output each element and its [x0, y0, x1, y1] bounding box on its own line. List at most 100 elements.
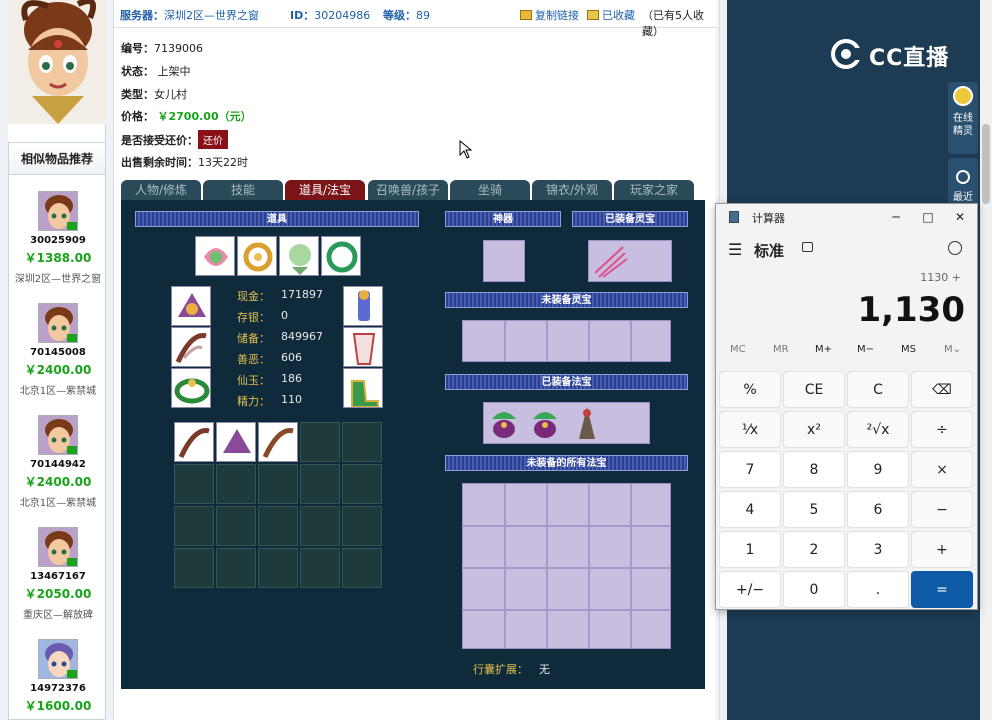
backpack-slot[interactable] [216, 422, 256, 462]
clear-button[interactable]: C [847, 371, 909, 408]
ms-button[interactable]: MS [901, 344, 916, 355]
backpack-slot[interactable] [300, 506, 340, 546]
equals-button[interactable]: = [911, 571, 973, 608]
backpack-slot[interactable] [174, 422, 214, 462]
list-item[interactable]: 13467167 ￥2050.00 重庆区—解放碑 [9, 527, 107, 621]
digit-2-button[interactable]: 2 [783, 531, 845, 568]
mc-button[interactable]: MC [730, 344, 746, 355]
backpack-slot[interactable] [258, 506, 298, 546]
item-thumbnail[interactable] [38, 415, 78, 455]
item-server: 北京1区—紫禁城 [19, 498, 97, 509]
backpack-slot[interactable] [300, 548, 340, 588]
mminus-button[interactable]: M− [857, 344, 874, 355]
item-thumbnail[interactable] [38, 639, 78, 679]
favorite-button[interactable]: 已收藏 [587, 7, 635, 23]
tab-mounts[interactable]: 坐骑 [450, 180, 530, 200]
backpack-slot[interactable] [258, 422, 298, 462]
close-icon[interactable]: ✕ [944, 204, 976, 230]
copy-link-button[interactable]: 复制链接 [520, 7, 579, 23]
maximize-icon[interactable]: □ [912, 204, 944, 230]
multiply-button[interactable]: × [911, 451, 973, 488]
bargain-button[interactable]: 还价 [198, 130, 228, 149]
ce-button[interactable]: CE [783, 371, 845, 408]
reciprocal-button[interactable]: ¹⁄x [719, 411, 781, 448]
item-thumbnail[interactable] [38, 527, 78, 567]
backpack-slot[interactable] [258, 464, 298, 504]
negate-button[interactable]: +/− [719, 571, 781, 608]
divide-button[interactable]: ÷ [911, 411, 973, 448]
backpack-slot[interactable] [174, 506, 214, 546]
shenqi-slot[interactable] [483, 240, 525, 282]
minus-button[interactable]: − [911, 491, 973, 528]
tab-outfits[interactable]: 锦衣/外观 [532, 180, 612, 200]
inventory-item-slot[interactable] [279, 236, 319, 276]
digit-4-button[interactable]: 4 [719, 491, 781, 528]
backpack-slot[interactable] [342, 464, 382, 504]
list-item[interactable]: 70144942 ￥2400.00 北京1区—紫禁城 [9, 415, 107, 509]
equipment-slot[interactable] [343, 286, 383, 326]
equipment-slot[interactable] [171, 368, 211, 408]
square-button[interactable]: x² [783, 411, 845, 448]
backpack-slot[interactable] [216, 506, 256, 546]
inventory-item-slot[interactable] [195, 236, 235, 276]
equipment-slot[interactable] [171, 327, 211, 367]
inventory-item-slot[interactable] [237, 236, 277, 276]
backspace-button[interactable]: ⌫ [911, 371, 973, 408]
online-sprite-button[interactable]: 在线精灵 [948, 82, 978, 154]
id-value: 30204986 [314, 9, 371, 22]
backpack-slot[interactable] [342, 506, 382, 546]
id-label: ID： [290, 9, 315, 22]
backpack-slot[interactable] [300, 422, 340, 462]
plus-button[interactable]: + [911, 531, 973, 568]
equipped-lingbao-slots[interactable] [588, 240, 672, 282]
mr-button[interactable]: MR [773, 344, 789, 355]
digit-7-button[interactable]: 7 [719, 451, 781, 488]
tab-home[interactable]: 玩家之家 [614, 180, 694, 200]
list-item[interactable]: 30025909 ￥1388.00 深圳2区—世界之窗 [9, 191, 107, 285]
backpack-slot[interactable] [174, 548, 214, 588]
backpack-slot[interactable] [174, 464, 214, 504]
backpack-slot[interactable] [300, 464, 340, 504]
backpack-slot[interactable] [258, 548, 298, 588]
digit-1-button[interactable]: 1 [719, 531, 781, 568]
digit-6-button[interactable]: 6 [847, 491, 909, 528]
digit-9-button[interactable]: 9 [847, 451, 909, 488]
backpack-slot[interactable] [342, 548, 382, 588]
item-thumbnail[interactable] [38, 191, 78, 231]
unequipped-fabao-grid[interactable] [462, 483, 671, 649]
digit-5-button[interactable]: 5 [783, 491, 845, 528]
item-thumbnail[interactable] [38, 303, 78, 343]
minimize-icon[interactable]: ─ [880, 204, 912, 230]
info-bargain: 是否接受还价： 还价 [121, 130, 228, 149]
scrollbar-thumb[interactable] [982, 124, 990, 204]
equipped-fabao-grid[interactable] [483, 402, 650, 444]
recent-button[interactable]: 最近 [948, 158, 978, 204]
digit-8-button[interactable]: 8 [783, 451, 845, 488]
tab-skills[interactable]: 技能 [203, 180, 283, 200]
memory-list-button[interactable]: M⌄ [944, 344, 961, 355]
percent-button[interactable]: % [719, 371, 781, 408]
history-icon[interactable] [948, 241, 962, 255]
mplus-button[interactable]: M+ [815, 344, 832, 355]
backpack-slot[interactable] [216, 548, 256, 588]
right-scrollbar[interactable] [980, 0, 992, 720]
equipment-slot[interactable] [171, 286, 211, 326]
unequipped-lingbao-grid[interactable] [462, 320, 671, 362]
tab-pets[interactable]: 召唤兽/孩子 [368, 180, 448, 200]
list-item[interactable]: 70145008 ￥2400.00 北京1区—紫禁城 [9, 303, 107, 397]
backpack-slot[interactable] [216, 464, 256, 504]
decimal-button[interactable]: . [847, 571, 909, 608]
backpack-slot[interactable] [342, 422, 382, 462]
keep-on-top-icon[interactable] [802, 242, 813, 252]
equipment-slot[interactable] [343, 327, 383, 367]
tab-character[interactable]: 人物/修炼 [121, 180, 201, 200]
list-item[interactable]: 14972376 ￥1600.00 [9, 639, 107, 714]
tab-items[interactable]: 道具/法宝 [285, 180, 365, 200]
sqrt-button[interactable]: ²√x [847, 411, 909, 448]
digit-0-button[interactable]: 0 [783, 571, 845, 608]
digit-3-button[interactable]: 3 [847, 531, 909, 568]
inventory-item-slot[interactable] [321, 236, 361, 276]
hamburger-menu-icon[interactable]: ☰ [728, 240, 742, 259]
mouse-cursor-icon [459, 140, 473, 159]
equipment-slot[interactable] [343, 368, 383, 408]
